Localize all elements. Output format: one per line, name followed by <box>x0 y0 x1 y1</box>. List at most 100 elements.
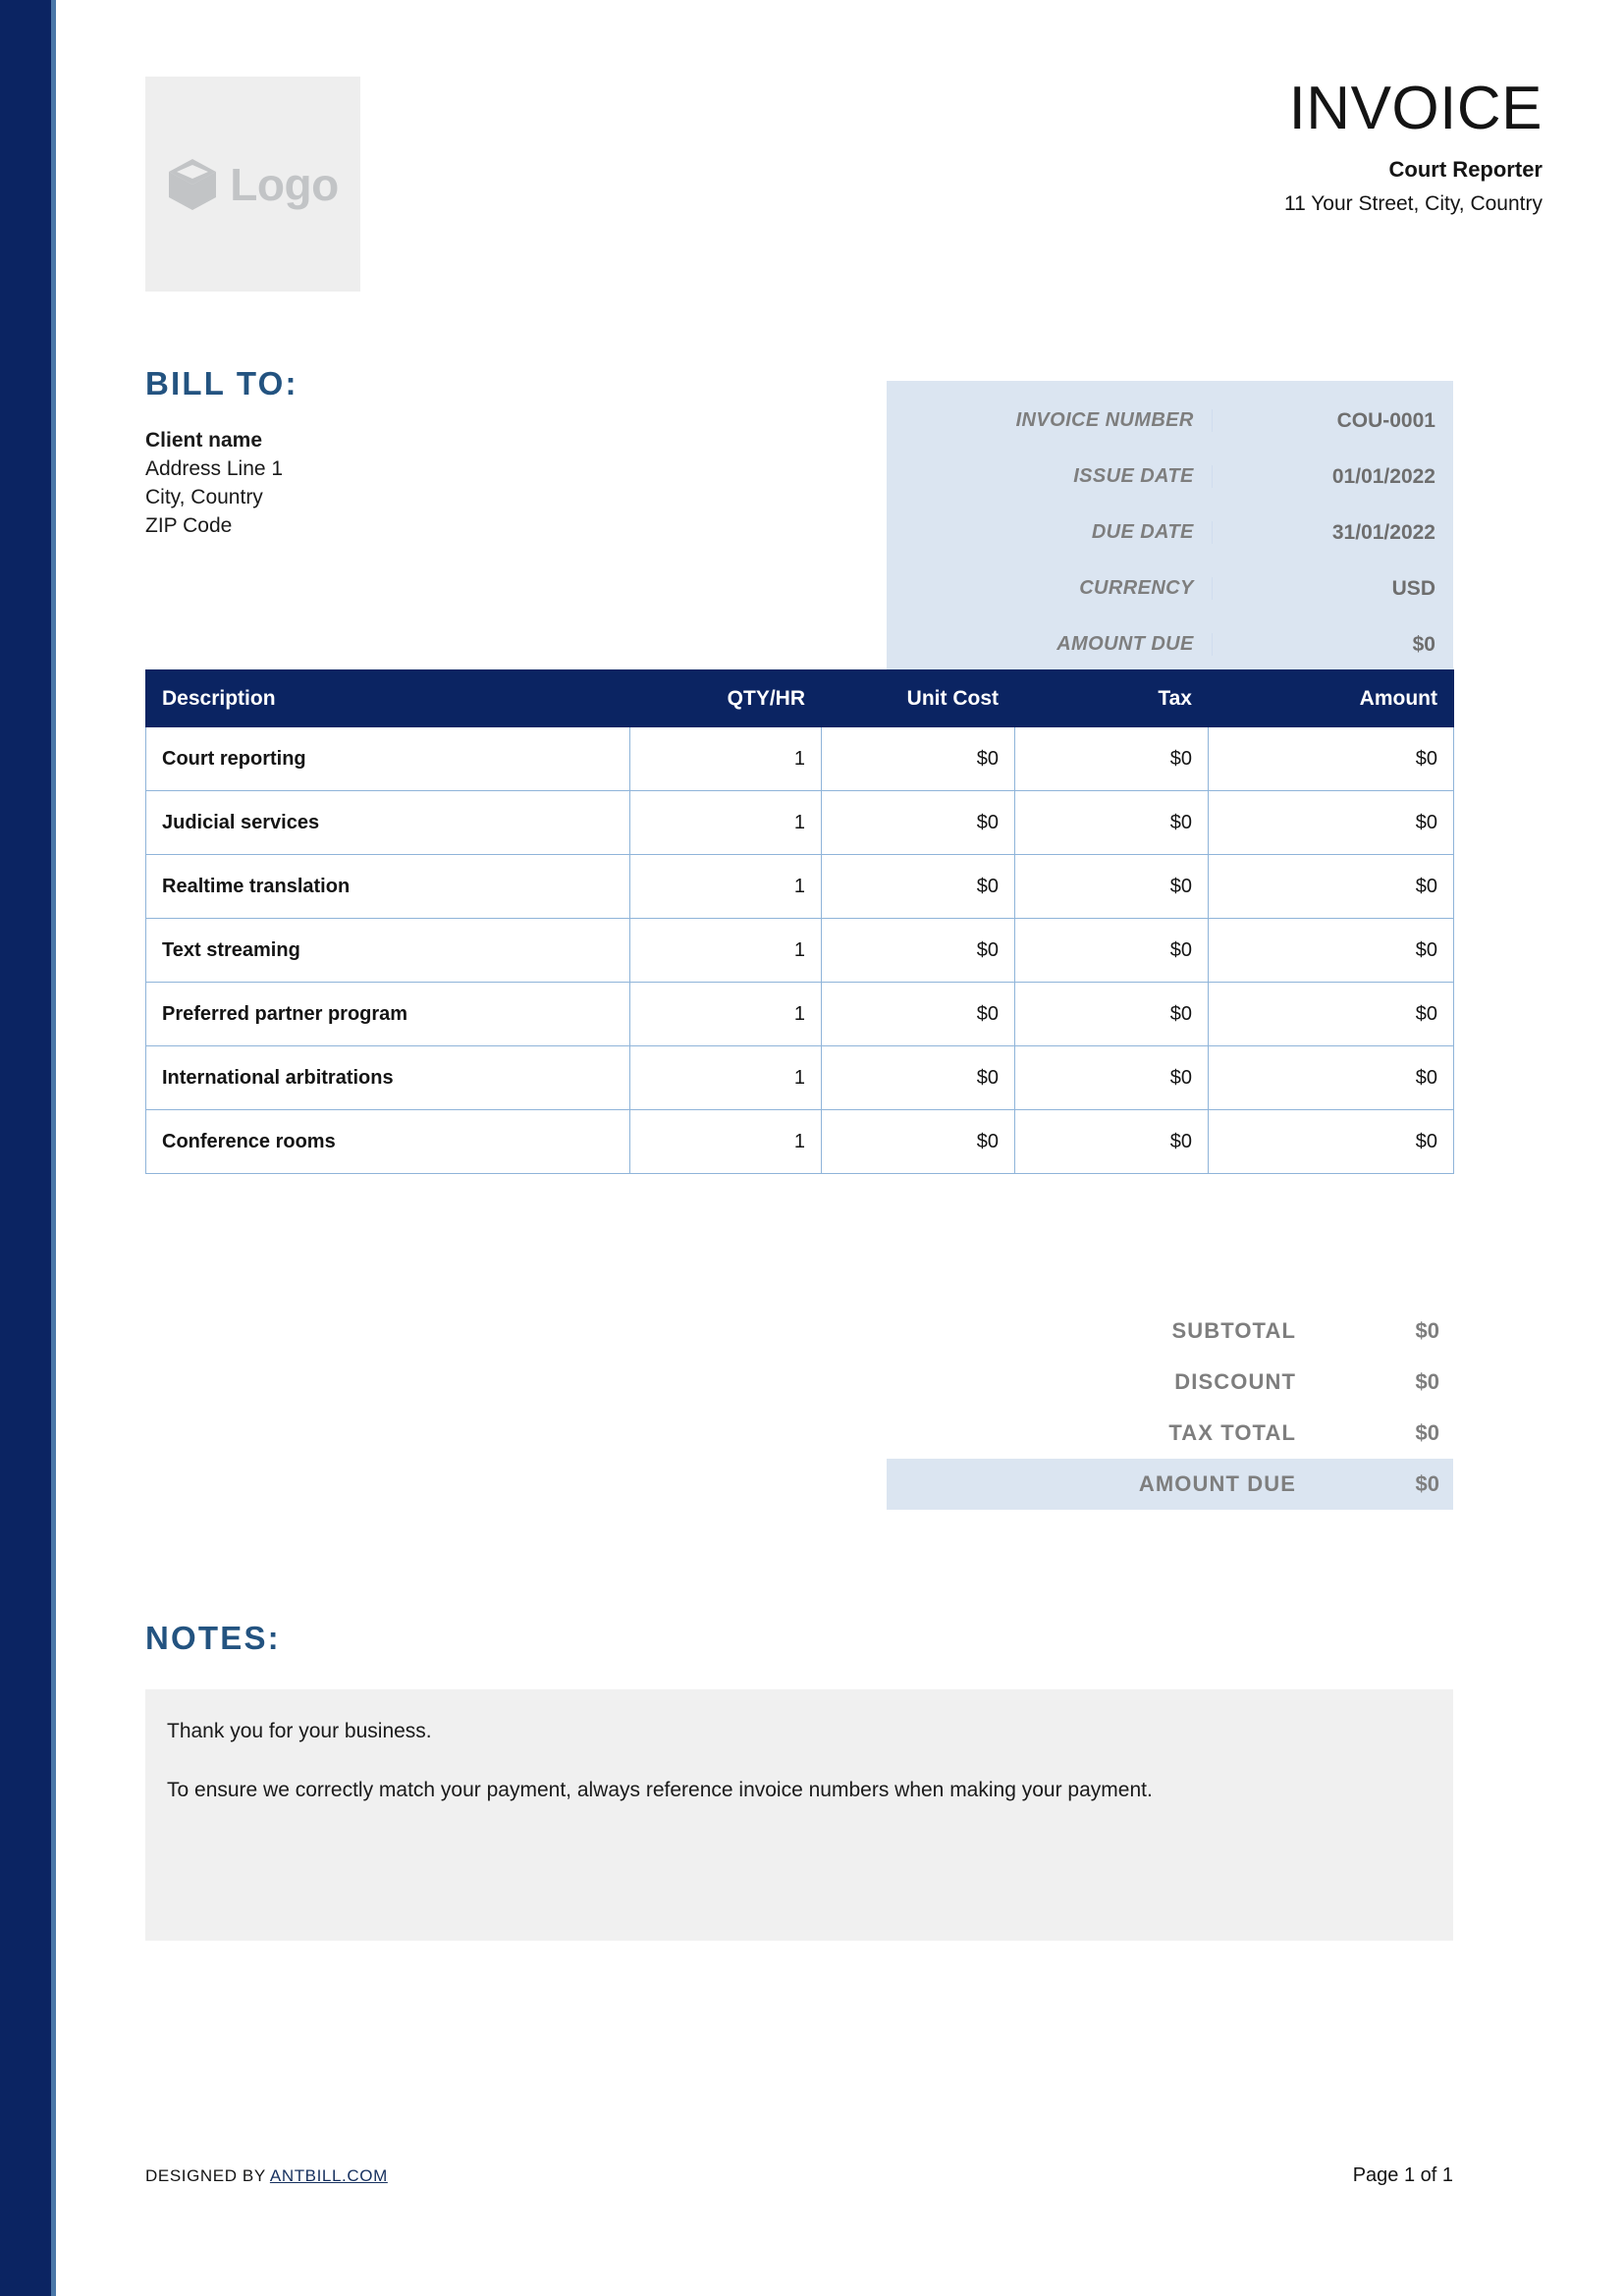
cell-amount: $0 <box>1208 982 1454 1046</box>
cell-amount: $0 <box>1208 790 1454 855</box>
page-footer: DESIGNED BY ANTBILL.COM Page 1 of 1 <box>145 2164 1453 2187</box>
cell-description: Preferred partner program <box>145 982 630 1046</box>
cell-unit-cost: $0 <box>821 790 1015 855</box>
meta-value-due-date: 31/01/2022 <box>1331 520 1435 544</box>
cell-amount: $0 <box>1208 918 1454 983</box>
cell-qty: 1 <box>629 918 822 983</box>
cell-description: International arbitrations <box>145 1045 630 1110</box>
invoice-meta-box: INVOICE NUMBER COU-0001 ISSUE DATE 01/01… <box>887 381 1453 684</box>
cell-tax: $0 <box>1014 918 1209 983</box>
column-header-tax: Tax <box>1014 669 1209 727</box>
cell-qty: 1 <box>629 790 822 855</box>
cell-qty: 1 <box>629 726 822 791</box>
column-header-unit-cost: Unit Cost <box>821 669 1015 727</box>
table-row: Judicial services 1 $0 $0 $0 <box>145 790 1454 855</box>
totals-label-subtotal: SUBTOTAL <box>1171 1318 1296 1343</box>
column-header-amount: Amount <box>1208 669 1454 727</box>
table-row: Conference rooms 1 $0 $0 $0 <box>145 1109 1454 1174</box>
totals-value-tax-total: $0 <box>1415 1420 1439 1445</box>
company-address: 11 Your Street, City, Country <box>1283 191 1543 215</box>
client-address-line-1: Address Line 1 <box>145 456 284 480</box>
totals-value-amount-due: $0 <box>1415 1471 1439 1496</box>
notes-section: NOTES: Thank you for your business. To e… <box>145 1622 1453 1941</box>
meta-value-amount-due: $0 <box>1412 632 1435 656</box>
logo-text: Logo <box>230 158 339 210</box>
client-city-country: City, Country <box>145 485 263 508</box>
cell-tax: $0 <box>1014 790 1209 855</box>
notes-body: Thank you for your business. To ensure w… <box>145 1689 1453 1941</box>
bill-to-heading: BILL TO: <box>145 365 298 401</box>
line-items-table: Description QTY/HR Unit Cost Tax Amount … <box>145 669 1454 1174</box>
totals-value-discount: $0 <box>1415 1369 1439 1394</box>
page-title: INVOICE <box>1288 75 1543 142</box>
meta-label-amount-due: AMOUNT DUE <box>887 633 1213 656</box>
table-row: Text streaming 1 $0 $0 $0 <box>145 918 1454 983</box>
meta-row-amount-due: AMOUNT DUE $0 <box>887 616 1453 672</box>
table-row: Realtime translation 1 $0 $0 $0 <box>145 854 1454 919</box>
cell-description: Realtime translation <box>145 854 630 919</box>
meta-label-currency: CURRENCY <box>887 577 1213 600</box>
cell-qty: 1 <box>629 1045 822 1110</box>
totals-row-amount-due: AMOUNT DUE $0 <box>887 1459 1453 1510</box>
invoice-page: Logo INVOICE Court Reporter 11 Your Stre… <box>56 0 1624 2296</box>
left-accent-bar <box>0 0 51 2296</box>
totals-section: SUBTOTAL $0 DISCOUNT $0 TAX TOTAL $0 AMO… <box>887 1306 1453 1510</box>
client-zip-code: ZIP Code <box>145 513 233 537</box>
cell-tax: $0 <box>1014 1109 1209 1174</box>
designed-by: DESIGNED BY ANTBILL.COM <box>145 2166 388 2186</box>
totals-label-discount: DISCOUNT <box>1174 1369 1296 1394</box>
cell-unit-cost: $0 <box>821 918 1015 983</box>
meta-value-currency: USD <box>1391 576 1435 600</box>
cell-qty: 1 <box>629 1109 822 1174</box>
cell-unit-cost: $0 <box>821 854 1015 919</box>
table-row: Court reporting 1 $0 $0 $0 <box>145 726 1454 791</box>
company-name: Court Reporter <box>1388 157 1543 183</box>
meta-row-invoice-number: INVOICE NUMBER COU-0001 <box>887 393 1453 449</box>
cell-unit-cost: $0 <box>821 726 1015 791</box>
cell-description: Court reporting <box>145 726 630 791</box>
cell-tax: $0 <box>1014 854 1209 919</box>
antbill-link[interactable]: ANTBILL.COM <box>270 2166 388 2185</box>
designed-by-prefix: DESIGNED BY <box>145 2166 270 2185</box>
cell-description: Text streaming <box>145 918 630 983</box>
column-header-qty: QTY/HR <box>629 669 822 727</box>
totals-label-amount-due: AMOUNT DUE <box>1138 1471 1296 1496</box>
cell-tax: $0 <box>1014 726 1209 791</box>
page-number: Page 1 of 1 <box>1352 2164 1453 2186</box>
cell-tax: $0 <box>1014 1045 1209 1110</box>
cell-tax: $0 <box>1014 982 1209 1046</box>
notes-heading: NOTES: <box>145 1620 281 1656</box>
meta-value-invoice-number: COU-0001 <box>1336 408 1435 432</box>
cell-amount: $0 <box>1208 1109 1454 1174</box>
table-row: Preferred partner program 1 $0 $0 $0 <box>145 982 1454 1046</box>
logo-placeholder: Logo <box>145 77 360 292</box>
cell-amount: $0 <box>1208 854 1454 919</box>
cell-description: Conference rooms <box>145 1109 630 1174</box>
cell-unit-cost: $0 <box>821 982 1015 1046</box>
meta-row-issue-date: ISSUE DATE 01/01/2022 <box>887 449 1453 505</box>
column-header-description: Description <box>145 669 630 727</box>
cell-qty: 1 <box>629 982 822 1046</box>
cube-icon <box>167 157 218 212</box>
bill-to-section: BILL TO: Client name Address Line 1 City… <box>145 367 695 541</box>
totals-row-tax-total: TAX TOTAL $0 <box>887 1408 1453 1459</box>
meta-label-issue-date: ISSUE DATE <box>887 465 1213 488</box>
table-header-row: Description QTY/HR Unit Cost Tax Amount <box>145 669 1454 727</box>
meta-value-issue-date: 01/01/2022 <box>1331 464 1435 488</box>
logo-inner: Logo <box>167 157 339 212</box>
line-items-body: Court reporting 1 $0 $0 $0 Judicial serv… <box>145 726 1454 1174</box>
meta-row-currency: CURRENCY USD <box>887 561 1453 616</box>
client-name: Client name <box>145 429 263 452</box>
cell-unit-cost: $0 <box>821 1045 1015 1110</box>
line-items-header: Description QTY/HR Unit Cost Tax Amount <box>145 669 1454 727</box>
cell-amount: $0 <box>1208 726 1454 791</box>
invoice-header: Logo INVOICE Court Reporter 11 Your Stre… <box>145 77 1543 302</box>
totals-label-tax-total: TAX TOTAL <box>1168 1420 1296 1445</box>
notes-paragraph-1: Thank you for your business. <box>167 1720 432 1742</box>
notes-paragraph-2: To ensure we correctly match your paymen… <box>167 1779 1153 1802</box>
totals-row-discount: DISCOUNT $0 <box>887 1357 1453 1408</box>
totals-value-subtotal: $0 <box>1415 1318 1439 1343</box>
cell-amount: $0 <box>1208 1045 1454 1110</box>
meta-row-due-date: DUE DATE 31/01/2022 <box>887 505 1453 561</box>
meta-label-due-date: DUE DATE <box>887 521 1213 544</box>
